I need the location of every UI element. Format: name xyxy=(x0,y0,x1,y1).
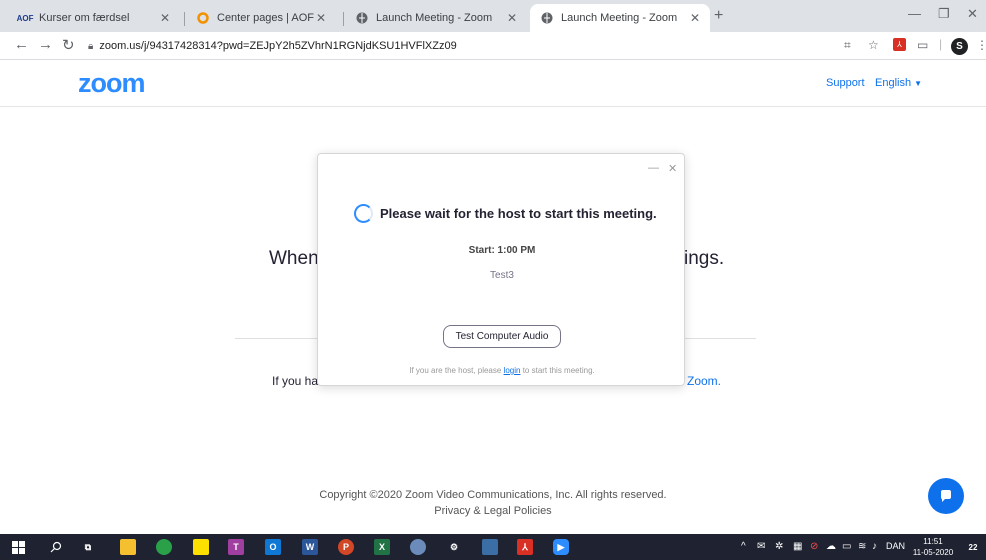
cloud-tray-icon[interactable]: ☁ xyxy=(826,541,836,552)
outlook-icon[interactable]: O xyxy=(265,539,281,555)
copyright-text: Copyright ©2020 Zoom Video Communication… xyxy=(319,489,667,501)
wifi-icon[interactable]: ≋ xyxy=(858,541,866,552)
star-icon[interactable]: ☆ xyxy=(868,38,879,52)
zoom-header: zoom Support English ▼ xyxy=(0,60,986,107)
toolbar-divider: | xyxy=(939,37,943,51)
word-icon[interactable]: W xyxy=(302,539,318,555)
sticky-notes-icon[interactable] xyxy=(193,539,209,555)
zoom-logo[interactable]: zoom xyxy=(78,68,145,99)
settings-gear-icon[interactable]: ⚙ xyxy=(446,539,462,555)
media-app-icon[interactable] xyxy=(482,539,498,555)
system-clock[interactable]: 11:51 11-05-2020 xyxy=(907,536,959,558)
tab-launch-meeting-1[interactable]: Launch Meeting - Zoom ✕ xyxy=(345,4,527,32)
new-tab-icon[interactable]: + xyxy=(714,7,723,25)
support-link[interactable]: Support xyxy=(826,77,865,89)
tab-center-pages[interactable]: Center pages | AOF ✕ xyxy=(186,4,336,32)
browser-toolbar: ← → ↻ 🔒︎ zoom.us/j/94317428314?pwd=ZEJpY… xyxy=(0,32,986,60)
meeting-topic: Test3 xyxy=(490,270,514,281)
extension-icon[interactable]: ▭ xyxy=(917,38,928,52)
close-dialog-icon[interactable]: ✕ xyxy=(668,162,677,175)
tab-strip: AOF Kurser om færdsel ✕ Center pages | A… xyxy=(0,0,986,32)
globe-icon xyxy=(540,11,554,25)
tab-divider xyxy=(343,12,344,26)
globe-icon xyxy=(355,11,369,25)
tab-launch-meeting-2[interactable]: Launch Meeting - Zoom ✕ xyxy=(530,4,710,32)
note-text: If you are the host, please xyxy=(409,366,502,375)
network-warning-icon[interactable]: ⊘ xyxy=(810,541,818,552)
profile-avatar[interactable]: S xyxy=(951,38,968,55)
language-label: English xyxy=(875,77,912,89)
powerpoint-icon[interactable]: P xyxy=(338,539,354,555)
privacy-link[interactable]: Privacy & Legal Policies xyxy=(0,505,986,517)
address-bar[interactable]: 🔒︎ zoom.us/j/94317428314?pwd=ZEJpY2h5ZVh… xyxy=(88,35,828,57)
tab-label: Launch Meeting - Zoom xyxy=(376,12,493,24)
input-language[interactable]: DAN xyxy=(886,541,905,551)
notifications-icon[interactable]: 22 xyxy=(964,539,982,555)
tray-overflow-icon[interactable]: ^ xyxy=(741,541,746,552)
excel-icon[interactable]: X xyxy=(374,539,390,555)
minimize-icon[interactable]: — xyxy=(908,6,921,21)
volume-icon[interactable]: ♪ xyxy=(872,541,877,552)
dialog-title: Please wait for the host to start this m… xyxy=(380,206,657,221)
forward-icon[interactable]: → xyxy=(38,36,53,53)
menu-icon[interactable]: ⋮ xyxy=(976,38,986,52)
close-tab-icon[interactable]: ✕ xyxy=(507,11,517,25)
tab-label: Launch Meeting - Zoom xyxy=(561,12,678,24)
host-login-note: If you are the host, please login to sta… xyxy=(318,366,686,375)
translate-icon[interactable]: ⌗ xyxy=(844,38,851,53)
search-icon[interactable] xyxy=(48,539,64,555)
acrobat-icon[interactable]: ⅄ xyxy=(517,539,533,555)
meeting-start-time: Start: 1:00 PM xyxy=(468,245,536,256)
test-computer-audio-button[interactable]: Test Computer Audio xyxy=(443,325,561,348)
wait-for-host-dialog: — ✕ Please wait for the host to start th… xyxy=(317,153,685,386)
windows-start-icon[interactable] xyxy=(10,539,26,555)
caret-down-icon: ▼ xyxy=(914,79,923,88)
close-tab-icon[interactable]: ✕ xyxy=(160,11,170,25)
notification-count: 22 xyxy=(968,542,978,552)
page-heading-right: ings. xyxy=(684,248,725,269)
reload-icon[interactable]: ↻ xyxy=(62,36,75,54)
windows-taskbar: ⧉ T O W P X ⚙ ⅄ ▶ ^ ✉ ✲ ▦ ⊘ ☁ ▭ ≋ ♪ DAN … xyxy=(0,534,986,560)
loading-spinner-icon xyxy=(354,204,373,223)
tab-divider xyxy=(184,12,185,26)
aof-logo-icon: AOF xyxy=(16,13,34,23)
page-line-right[interactable]: Zoom. xyxy=(687,374,721,388)
restore-icon[interactable]: ❐ xyxy=(938,6,950,22)
battery-icon[interactable]: ▭ xyxy=(842,541,851,552)
antivirus-tray-icon[interactable]: ✲ xyxy=(775,541,783,552)
app-tray-icon[interactable]: ▦ xyxy=(793,541,802,552)
back-icon[interactable]: ← xyxy=(14,36,29,53)
chrome-icon[interactable] xyxy=(156,539,172,555)
tab-kurser[interactable]: AOF Kurser om færdsel ✕ xyxy=(8,4,180,32)
login-link[interactable]: login xyxy=(504,366,521,375)
language-selector[interactable]: English ▼ xyxy=(875,77,922,89)
mail-tray-icon[interactable]: ✉ xyxy=(757,541,765,552)
tab-label: Kurser om færdsel xyxy=(39,12,130,24)
note-text-end: to start this meeting. xyxy=(522,366,595,375)
lock-icon: 🔒︎ xyxy=(88,40,94,52)
tab-label: Center pages | AOF xyxy=(217,12,315,24)
clock-date: 11-05-2020 xyxy=(912,548,954,557)
chat-button[interactable] xyxy=(928,478,964,514)
zoom-app-icon[interactable]: ▶ xyxy=(553,539,569,555)
minimize-dialog-icon[interactable]: — xyxy=(648,162,659,174)
circle-orange-icon xyxy=(196,11,210,25)
clock-time: 11:51 xyxy=(923,537,943,546)
file-explorer-icon[interactable] xyxy=(120,539,136,555)
page-heading-left: When xyxy=(269,248,319,269)
teams-icon[interactable]: T xyxy=(228,539,244,555)
task-view-icon[interactable]: ⧉ xyxy=(80,539,96,555)
close-tab-icon[interactable]: ✕ xyxy=(690,11,700,25)
close-tab-icon[interactable]: ✕ xyxy=(316,11,326,25)
snipping-icon[interactable] xyxy=(410,539,426,555)
chat-bubble-icon xyxy=(941,490,951,502)
pdf-extension-icon[interactable]: ⅄ xyxy=(893,38,906,51)
close-window-icon[interactable]: ✕ xyxy=(967,6,978,22)
url-text: zoom.us/j/94317428314?pwd=ZEJpY2h5ZVhrN1… xyxy=(99,40,457,52)
